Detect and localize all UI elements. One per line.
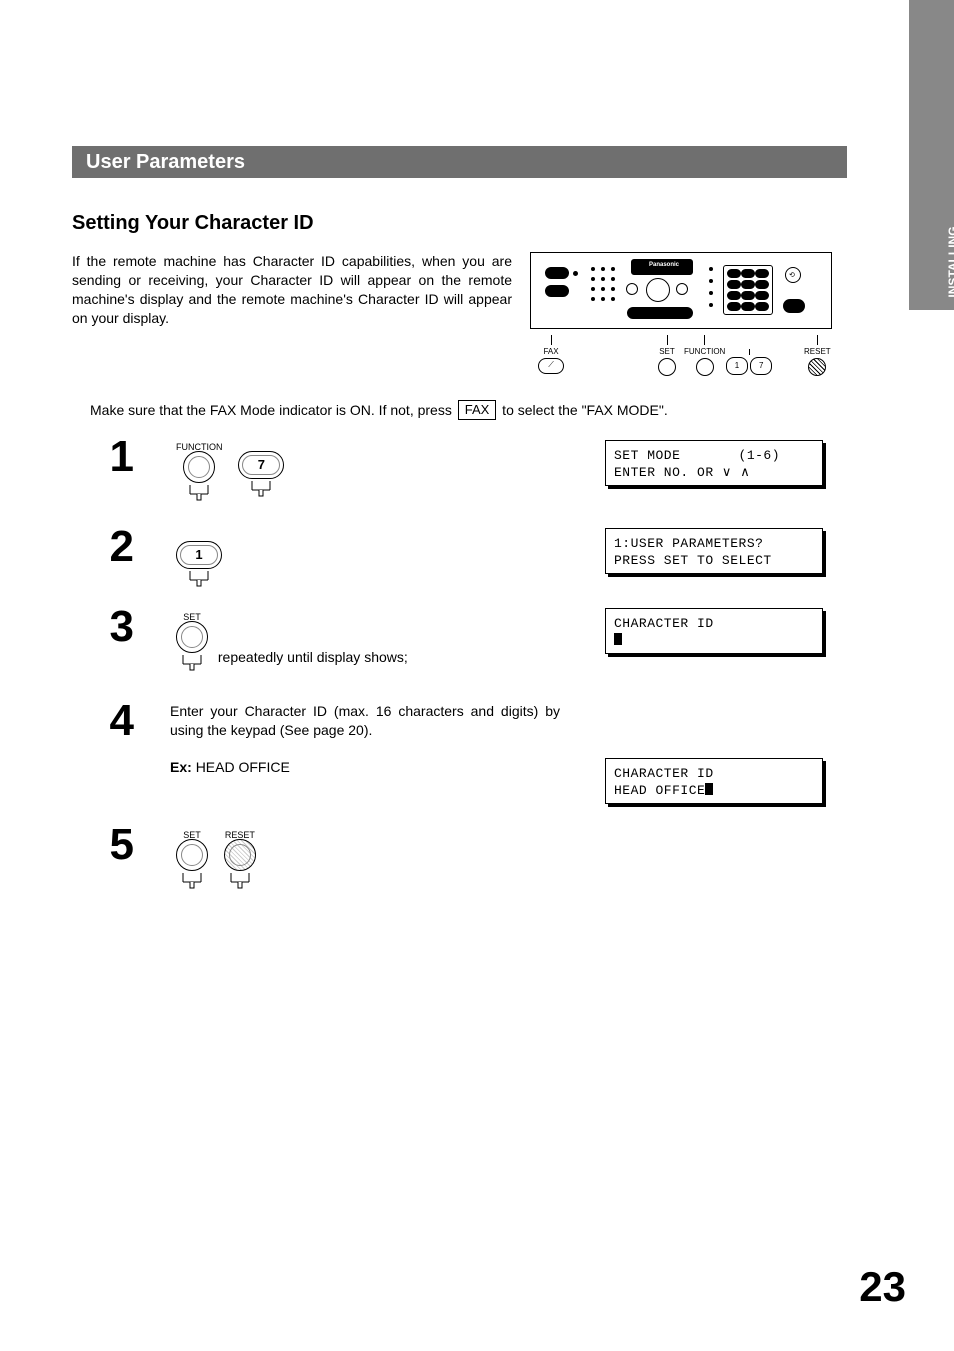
lcd-4: CHARACTER ID HEAD OFFICE xyxy=(605,758,823,804)
example-label: Ex: xyxy=(170,759,192,775)
one-button: 1 xyxy=(176,528,222,587)
reset-button: RESET xyxy=(224,826,256,889)
lcd-2: 1:USER PARAMETERS? PRESS SET TO SELECT xyxy=(605,528,823,574)
section-header: User Parameters xyxy=(72,146,847,178)
lcd-3: CHARACTER ID xyxy=(605,608,823,654)
set-button: SET xyxy=(176,608,208,671)
note-line: Make sure that the FAX Mode indicator is… xyxy=(90,400,668,420)
lcd-1: SET MODE (1-6) ENTER NO. OR ∨ ∧ xyxy=(605,440,823,486)
device-diagram: Panasonic ⟲ xyxy=(530,252,832,329)
subsection-title: Setting Your Character ID xyxy=(72,212,314,235)
step-3-text: repeatedly until display shows; xyxy=(218,648,408,667)
side-tab: INSTALLINGYOUR MACHINE xyxy=(909,0,954,310)
function-button: FUNCTION xyxy=(176,438,223,501)
step-1-number: 1 xyxy=(94,432,134,482)
page-number: 23 xyxy=(859,1263,906,1311)
step-4-text: Enter your Character ID (max. 16 charact… xyxy=(170,702,560,740)
section-header-text: User Parameters xyxy=(86,151,245,174)
step-4-body: Enter your Character ID (max. 16 charact… xyxy=(170,702,560,777)
step-3-number: 3 xyxy=(94,602,134,652)
step-2-number: 2 xyxy=(94,522,134,572)
set-button-2: SET xyxy=(176,826,208,889)
step-5-body: SET RESET xyxy=(170,826,560,889)
step-3-body: SET repeatedly until display shows; xyxy=(170,608,560,671)
step-4-number: 4 xyxy=(94,696,134,746)
example-value: HEAD OFFICE xyxy=(196,759,290,775)
fax-key-box: FAX xyxy=(458,400,497,420)
step-5-number: 5 xyxy=(94,820,134,870)
step-2-body: 1 xyxy=(170,528,560,587)
side-tab-text: INSTALLINGYOUR MACHINE xyxy=(946,215,954,309)
step-1-body: FUNCTION 7 xyxy=(170,438,560,501)
intro-paragraph: If the remote machine has Character ID c… xyxy=(72,252,512,328)
device-callouts: FAX ⟋ SET FUNCTION 1 7 RESET xyxy=(530,335,830,375)
seven-button: 7 xyxy=(238,438,284,497)
